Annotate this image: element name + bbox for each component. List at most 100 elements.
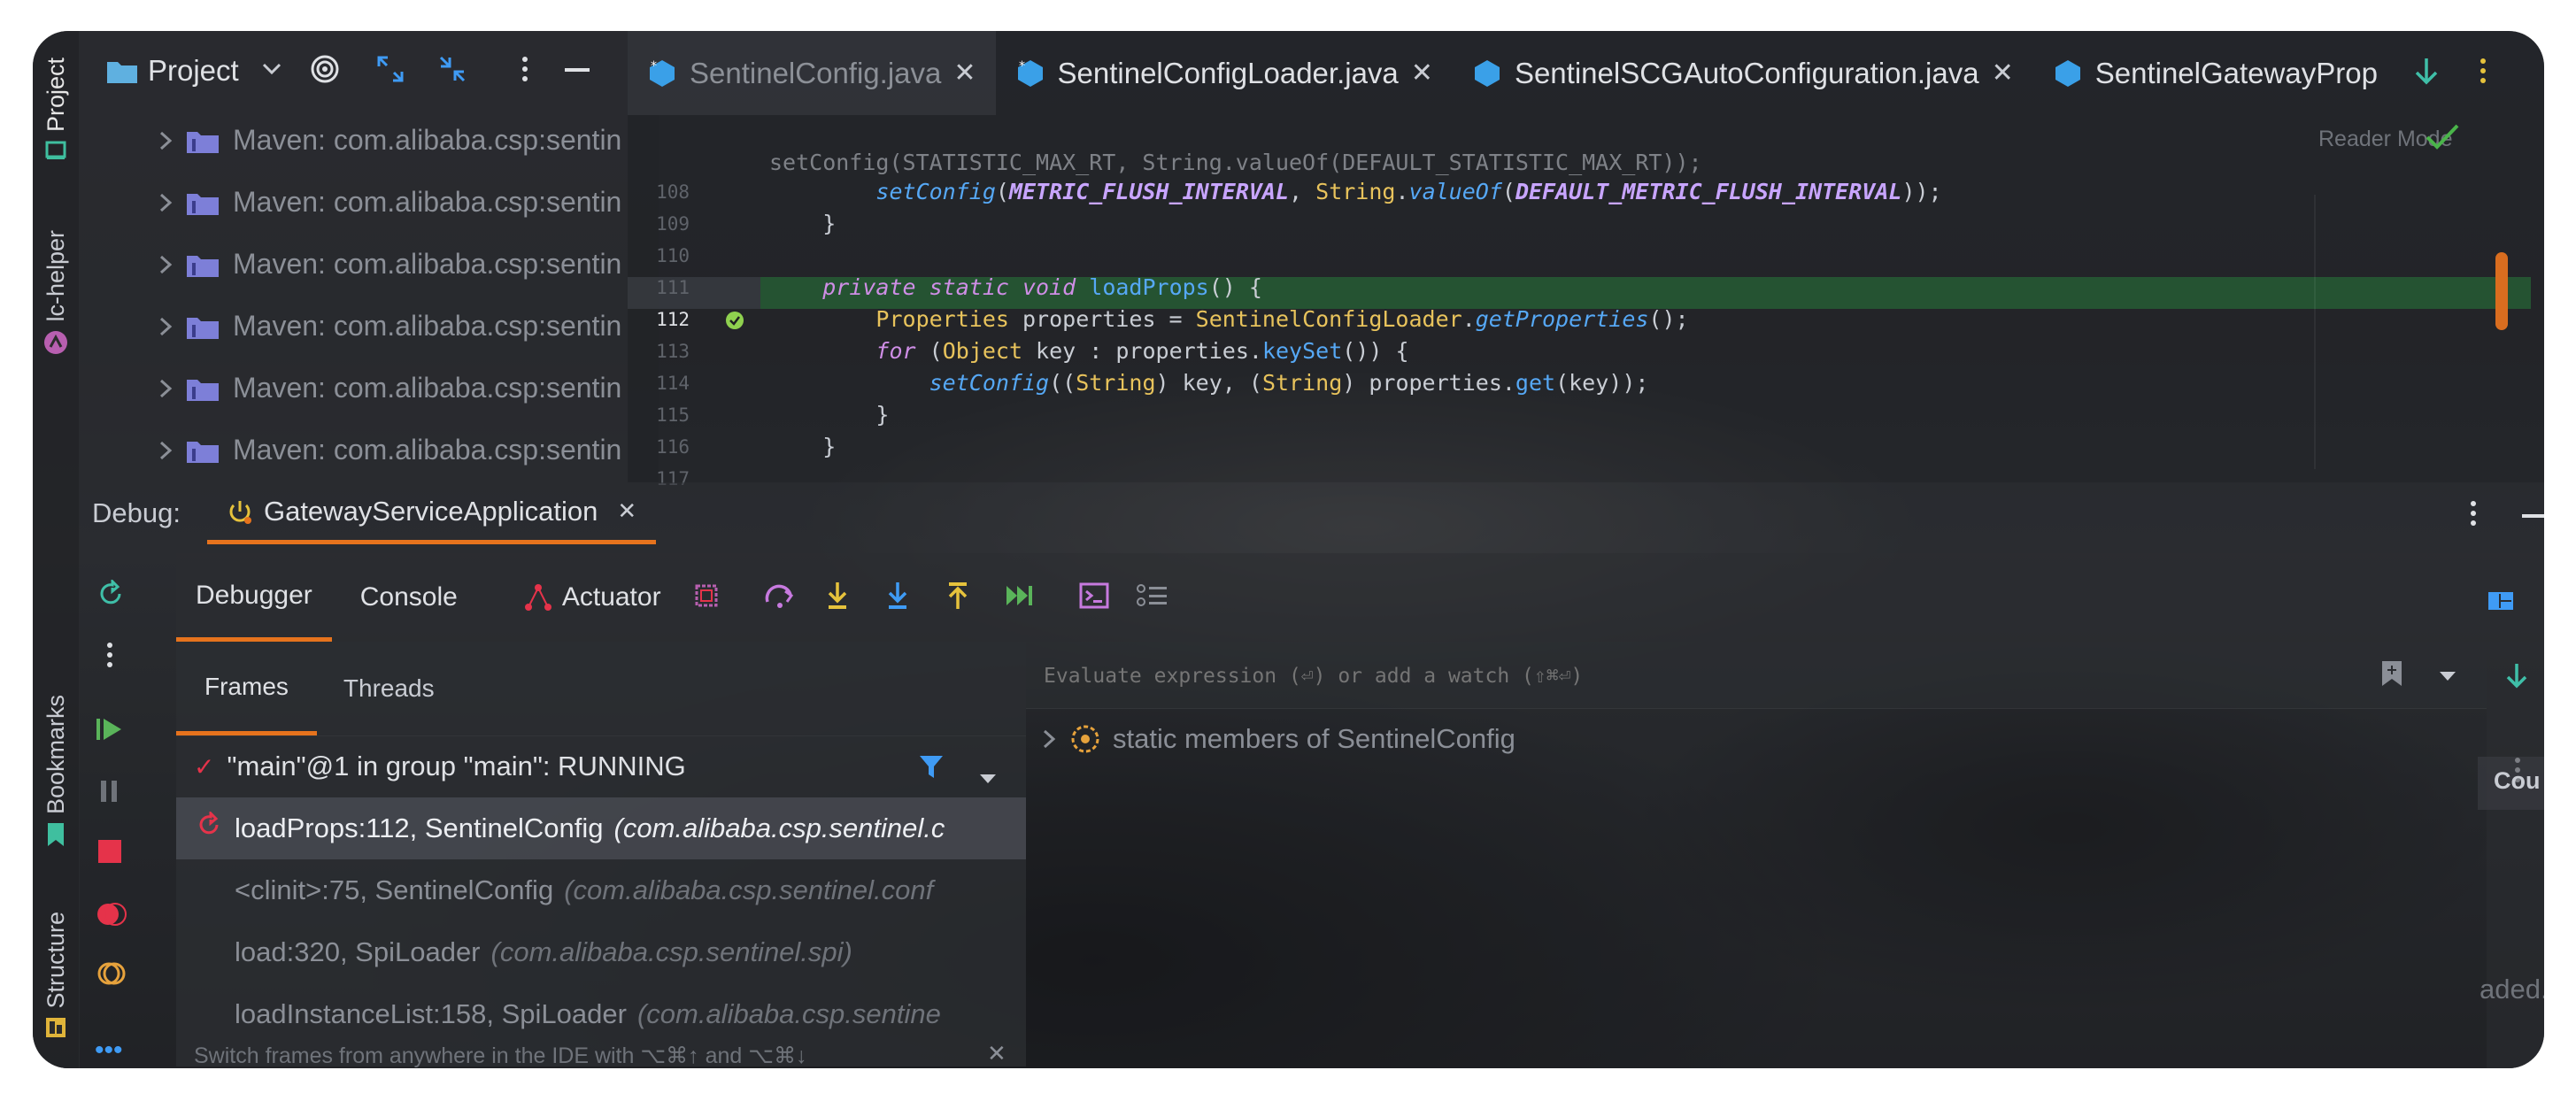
project-tree-item[interactable]: Maven: com.alibaba.csp:sentin: [158, 124, 621, 157]
force-step-into-icon[interactable]: [884, 581, 911, 615]
show-execution-point-icon[interactable]: [693, 582, 720, 613]
line-number: 113: [656, 341, 690, 362]
tab-sentinelconfigloader[interactable]: * SentinelConfigLoader.java ✕: [996, 31, 1453, 115]
more-vertical-icon[interactable]: [105, 642, 114, 673]
lc-helper-tool-tab[interactable]: lc-helper: [36, 230, 75, 356]
minimize-icon[interactable]: [564, 63, 590, 79]
project-tree-item[interactable]: Maven: com.alibaba.csp:sentin: [158, 434, 621, 466]
step-over-icon[interactable]: [764, 582, 796, 613]
tab-debugger[interactable]: Debugger: [176, 553, 332, 642]
reload-frame-icon: [196, 810, 222, 845]
resume-icon[interactable]: [96, 717, 123, 746]
tab-sentinelgatewayprop[interactable]: SentinelGatewayProp: [2033, 31, 2397, 115]
arrow-down-icon[interactable]: [2504, 661, 2529, 694]
frame-row[interactable]: loadInstanceList:158, SpiLoader (com.ali…: [176, 983, 1026, 1045]
static-members-label: static members of SentinelConfig: [1113, 723, 1516, 754]
frame-row[interactable]: load:320, SpiLoader (com.alibaba.csp.sen…: [176, 921, 1026, 983]
rerun-icon[interactable]: [96, 578, 125, 612]
target-icon[interactable]: [310, 54, 340, 89]
tab-sentinelconfig[interactable]: * SentinelConfig.java ✕: [628, 31, 996, 115]
project-icon: [45, 141, 66, 160]
step-out-icon[interactable]: [945, 581, 971, 615]
arrow-down-icon[interactable]: [2413, 56, 2440, 90]
project-tree-item[interactable]: Maven: com.alibaba.csp:sentin: [158, 248, 621, 281]
thread-selector[interactable]: ✓ "main"@1 in group "main": RUNNING: [176, 735, 1026, 797]
project-panel-title[interactable]: Project: [148, 54, 239, 88]
debug-session-tab[interactable]: GatewayServiceApplication ✕: [206, 482, 657, 544]
project-tree-item-label: Maven: com.alibaba.csp:sentin: [233, 186, 622, 218]
code-line-112: Properties properties = SentinelConfigLo…: [875, 306, 1689, 332]
project-tree-item[interactable]: Maven: com.alibaba.csp:sentin: [158, 310, 621, 343]
chevron-right-icon: [159, 255, 173, 273]
mute-breakpoints-icon[interactable]: [96, 960, 127, 991]
tab-frames[interactable]: Frames: [176, 642, 317, 735]
project-tree-item-label: Maven: com.alibaba.csp:sentin: [233, 124, 622, 156]
library-folder-icon: [187, 317, 219, 339]
execution-point-icon: [725, 311, 744, 335]
actuator-label: Actuator: [561, 582, 661, 612]
collapse-all-icon[interactable]: [437, 54, 467, 89]
thread-label: "main"@1 in group "main": RUNNING: [227, 751, 686, 781]
step-into-icon[interactable]: [824, 581, 851, 615]
chevron-down-icon[interactable]: [2438, 670, 2457, 687]
tab-console[interactable]: Console: [341, 553, 477, 642]
check-icon: ✓: [194, 752, 215, 781]
frame-package: (com.alibaba.csp.sentine: [636, 998, 941, 1029]
frame-row[interactable]: <clinit>:75, SentinelConfig (com.alibaba…: [176, 859, 1026, 921]
tab-actuator[interactable]: Actuator: [504, 553, 681, 642]
minimize-icon[interactable]: [2522, 509, 2544, 525]
line-number: 111: [656, 277, 690, 298]
chevron-right-icon: [1043, 729, 1056, 749]
evaluate-expression-input[interactable]: [1042, 658, 2373, 695]
library-folder-icon: [187, 255, 219, 277]
bookmarks-tool-tab[interactable]: Bookmarks: [36, 695, 75, 848]
library-folder-icon: [187, 193, 219, 215]
trace-list-icon[interactable]: [1136, 582, 1168, 613]
scrollbar-marker[interactable]: [2495, 252, 2508, 330]
tab-sentinelscgautoconfiguration[interactable]: SentinelSCGAutoConfiguration.java ✕: [1453, 31, 2033, 115]
project-tree-item[interactable]: Maven: com.alibaba.csp:sentin: [158, 372, 621, 404]
close-tab-icon[interactable]: ✕: [953, 58, 976, 89]
debugger-toolbar: Debugger Console Actuator: [176, 553, 1168, 642]
tab-threads[interactable]: Threads: [317, 642, 461, 735]
close-tab-icon[interactable]: ✕: [1992, 58, 2014, 89]
more-vertical-icon[interactable]: [521, 56, 529, 87]
frame-method: <clinit>:75, SentinelConfig: [235, 874, 554, 905]
code-line-113: for (Object key : properties.keySet()) {: [875, 338, 1409, 364]
chevron-down-icon[interactable]: [978, 760, 998, 792]
add-watch-icon[interactable]: [2380, 659, 2403, 692]
view-breakpoints-icon[interactable]: [96, 901, 127, 932]
line-number: 114: [656, 373, 690, 394]
lc-helper-icon: [44, 330, 67, 354]
project-tree-item-label: Maven: com.alibaba.csp:sentin: [233, 310, 622, 342]
stop-icon[interactable]: [96, 838, 123, 869]
layout-settings-icon[interactable]: [2487, 589, 2517, 620]
library-folder-icon: [187, 441, 219, 463]
close-tab-icon[interactable]: ✕: [1411, 58, 1433, 89]
close-session-icon[interactable]: ✕: [617, 497, 636, 525]
filter-icon[interactable]: [918, 753, 945, 787]
project-tree-item-label: Maven: com.alibaba.csp:sentin: [233, 434, 622, 466]
more-horizontal-icon[interactable]: •••: [95, 1036, 123, 1066]
structure-icon: [46, 1017, 66, 1037]
variable-row[interactable]: static members of SentinelConfig: [1026, 708, 1516, 770]
chevron-down-icon[interactable]: [262, 63, 282, 80]
frame-package: (com.alibaba.csp.sentinel.conf: [564, 874, 934, 905]
structure-tool-tab[interactable]: Structure: [36, 912, 75, 1039]
more-vertical-icon[interactable]: [2469, 500, 2478, 531]
more-vertical-icon[interactable]: [2479, 58, 2487, 89]
frame-method: load:320, SpiLoader: [235, 936, 481, 967]
frame-method: loadInstanceList:158, SpiLoader: [235, 998, 627, 1029]
project-tree-item[interactable]: Maven: com.alibaba.csp:sentin: [158, 186, 621, 219]
pause-icon[interactable]: [98, 779, 121, 808]
chevron-right-icon: [159, 193, 173, 212]
expand-all-icon[interactable]: [375, 54, 405, 89]
close-hint-icon[interactable]: ✕: [987, 1040, 1006, 1067]
evaluate-expression-icon[interactable]: [1079, 582, 1109, 613]
frame-row-selected[interactable]: loadProps:112, SentinelConfig (com.aliba…: [176, 797, 1026, 859]
line-number: 115: [656, 404, 690, 426]
project-tool-tab[interactable]: Project: [36, 58, 75, 162]
debug-label: Debug:: [92, 497, 181, 528]
run-to-cursor-icon[interactable]: [1005, 582, 1035, 613]
tab-label: SentinelSCGAutoConfiguration.java: [1514, 56, 1979, 89]
